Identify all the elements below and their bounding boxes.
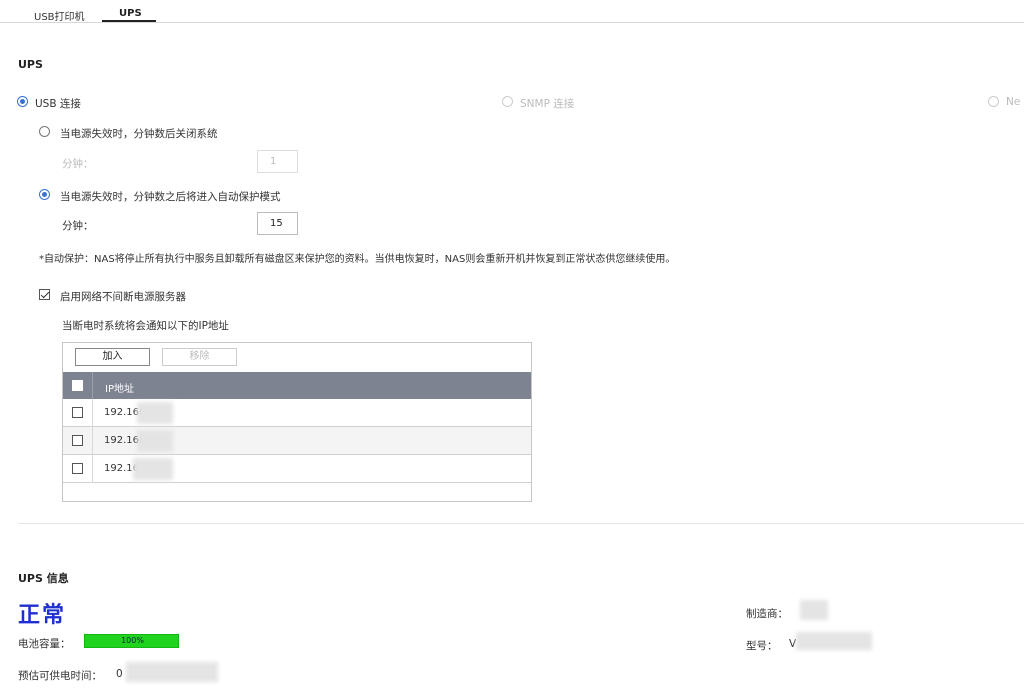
table-row[interactable]: 192.16( [63,399,531,427]
row-checkbox[interactable] [72,463,83,474]
add-ip-button[interactable]: 加入 [75,348,150,366]
network-connection-label: Ne [1006,96,1021,108]
manufacturer-label: 制造商： [746,608,788,620]
ups-section-title: UPS [18,58,43,71]
auto-protect-note: *自动保护：NAS将停止所有执行中服务且卸载所有磁盘区来保护您的资料。当供电恢复… [39,254,676,265]
shutdown-option-radio[interactable] [39,126,50,137]
battery-capacity-label: 电池容量： [18,638,71,650]
select-all-checkbox[interactable] [72,380,83,391]
table-row[interactable]: 192.16( [63,427,531,455]
redacted-region [126,662,218,682]
ups-status: 正常 [18,603,67,628]
protect-minutes-label: 分钟： [62,220,94,232]
active-tab-indicator [102,20,156,22]
snmp-connection-radio[interactable] [502,96,513,107]
model-label: 型号： [746,640,778,652]
row-checkbox[interactable] [72,435,83,446]
shutdown-option-label: 当电源失效时，分钟数后关闭系统 [60,128,218,140]
protect-option-label: 当电源失效时，分钟数之后将进入自动保护模式 [60,191,281,203]
shutdown-minutes-label: 分钟： [62,158,94,170]
section-divider [18,523,1024,524]
network-ups-server-label: 启用网络不间断电源服务器 [60,291,186,303]
runtime-value: 0 [116,668,123,680]
redacted-region [800,600,828,620]
table-row[interactable]: 192.16 [63,455,531,483]
battery-capacity-bar: 100% [84,634,179,648]
redacted-region [133,458,173,480]
row-checkbox[interactable] [72,407,83,418]
protect-option-radio[interactable] [39,189,50,200]
redacted-region [137,430,173,452]
ip-column-header: IP地址 [105,384,134,395]
remove-ip-button[interactable]: 移除 [162,348,237,366]
protect-minutes-input[interactable]: 15 [257,212,298,235]
network-connection-radio[interactable] [988,96,999,107]
snmp-connection-label: SNMP 连接 [520,98,575,110]
tab-ups[interactable]: UPS [119,8,142,19]
usb-connection-label: USB 连接 [35,98,81,110]
network-ups-server-checkbox[interactable] [39,289,50,300]
usb-connection-radio[interactable] [17,96,28,107]
runtime-label: 预估可供电时间： [18,670,102,682]
grid-header: IP地址 [63,372,531,399]
redacted-region [796,632,872,650]
shutdown-minutes-input[interactable]: 1 [257,150,298,173]
ip-address-grid: 加入 移除 IP地址 192.16( 192.16( 192.16 [62,342,532,502]
tab-bar: USB打印机 UPS [0,0,1024,23]
battery-capacity-value: 100% [121,636,144,645]
tab-usb-printer[interactable]: USB打印机 [34,8,85,23]
redacted-region [137,402,173,424]
notify-ip-label: 当断电时系统将会通知以下的IP地址 [62,320,229,332]
ups-info-title: UPS 信息 [18,572,69,585]
